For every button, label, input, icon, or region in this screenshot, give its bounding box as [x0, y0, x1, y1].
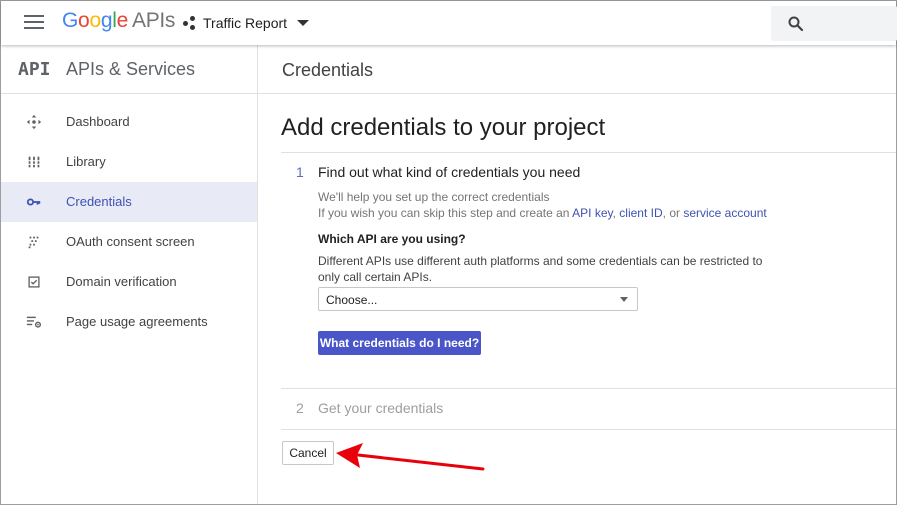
project-dots-icon	[183, 16, 197, 30]
help-text: We'll help you set up the correct creden…	[318, 190, 550, 204]
sidebar-item-domain-verification[interactable]: Domain verification	[1, 262, 257, 302]
sidebar-item-label: Dashboard	[66, 114, 130, 129]
cancel-button[interactable]: Cancel	[282, 441, 334, 465]
sidebar-item-label: Credentials	[66, 194, 132, 209]
google-apis-logo[interactable]: Google APIs	[62, 9, 175, 33]
section-title: Credentials	[282, 60, 374, 80]
divider	[281, 152, 896, 153]
select-value: Choose...	[326, 293, 378, 307]
service-account-link[interactable]: service account	[683, 206, 766, 220]
api-key-link[interactable]: API key	[572, 206, 612, 220]
settings-list-icon	[26, 316, 42, 328]
step-number: 1	[296, 164, 304, 180]
step-number: 2	[296, 400, 304, 416]
sidebar-title: APIs & Services	[66, 59, 196, 79]
api-description: Different APIs use different auth platfo…	[318, 254, 763, 284]
dropdown-caret-icon	[297, 20, 310, 26]
key-icon	[26, 198, 41, 206]
sidebar-item-label: Page usage agreements	[66, 314, 208, 329]
sidebar-item-label: Domain verification	[66, 274, 177, 289]
sidebar-item-page-usage[interactable]: Page usage agreements	[1, 302, 257, 342]
oauth-icon	[28, 236, 39, 249]
step-title: Find out what kind of credentials you ne…	[318, 164, 581, 180]
library-icon	[27, 156, 41, 168]
sidebar-item-label: OAuth consent screen	[66, 234, 195, 249]
search-icon	[788, 16, 804, 32]
dashboard-icon	[26, 114, 42, 130]
sidebar-item-credentials[interactable]: Credentials	[1, 182, 257, 222]
divider	[281, 388, 896, 389]
api-badge-icon: API	[18, 59, 51, 80]
api-question: Which API are you using?	[318, 232, 466, 246]
sidebar-item-library[interactable]: Library	[1, 142, 257, 182]
api-select-dropdown[interactable]: Choose...	[318, 287, 638, 311]
chevron-down-icon	[620, 297, 628, 302]
main-header: Credentials	[258, 45, 896, 94]
skip-step-text: If you wish you can skip this step and c…	[318, 206, 767, 220]
project-name: Traffic Report	[203, 15, 288, 31]
client-id-link[interactable]: client ID	[619, 206, 662, 220]
project-selector[interactable]: Traffic Report	[183, 13, 310, 33]
sidebar-item-dashboard[interactable]: Dashboard	[1, 102, 257, 142]
divider	[281, 429, 896, 430]
sidebar: API APIs & Services Dashboard Library Cr…	[1, 45, 258, 504]
checkbox-icon	[28, 276, 40, 288]
main-content: Credentials Add credentials to your proj…	[258, 45, 896, 504]
step-title: Get your credentials	[318, 400, 444, 416]
annotation-arrow-icon	[336, 443, 485, 471]
what-credentials-button[interactable]: What credentials do I need?	[318, 331, 481, 355]
sidebar-header: API APIs & Services	[1, 45, 257, 94]
page-title: Add credentials to your project	[281, 114, 606, 141]
search-box[interactable]	[771, 6, 897, 41]
sidebar-item-oauth-consent[interactable]: OAuth consent screen	[1, 222, 257, 262]
hamburger-menu-icon[interactable]	[24, 14, 44, 30]
top-bar: Google APIs Traffic Report	[1, 1, 897, 45]
sidebar-item-label: Library	[66, 154, 106, 169]
